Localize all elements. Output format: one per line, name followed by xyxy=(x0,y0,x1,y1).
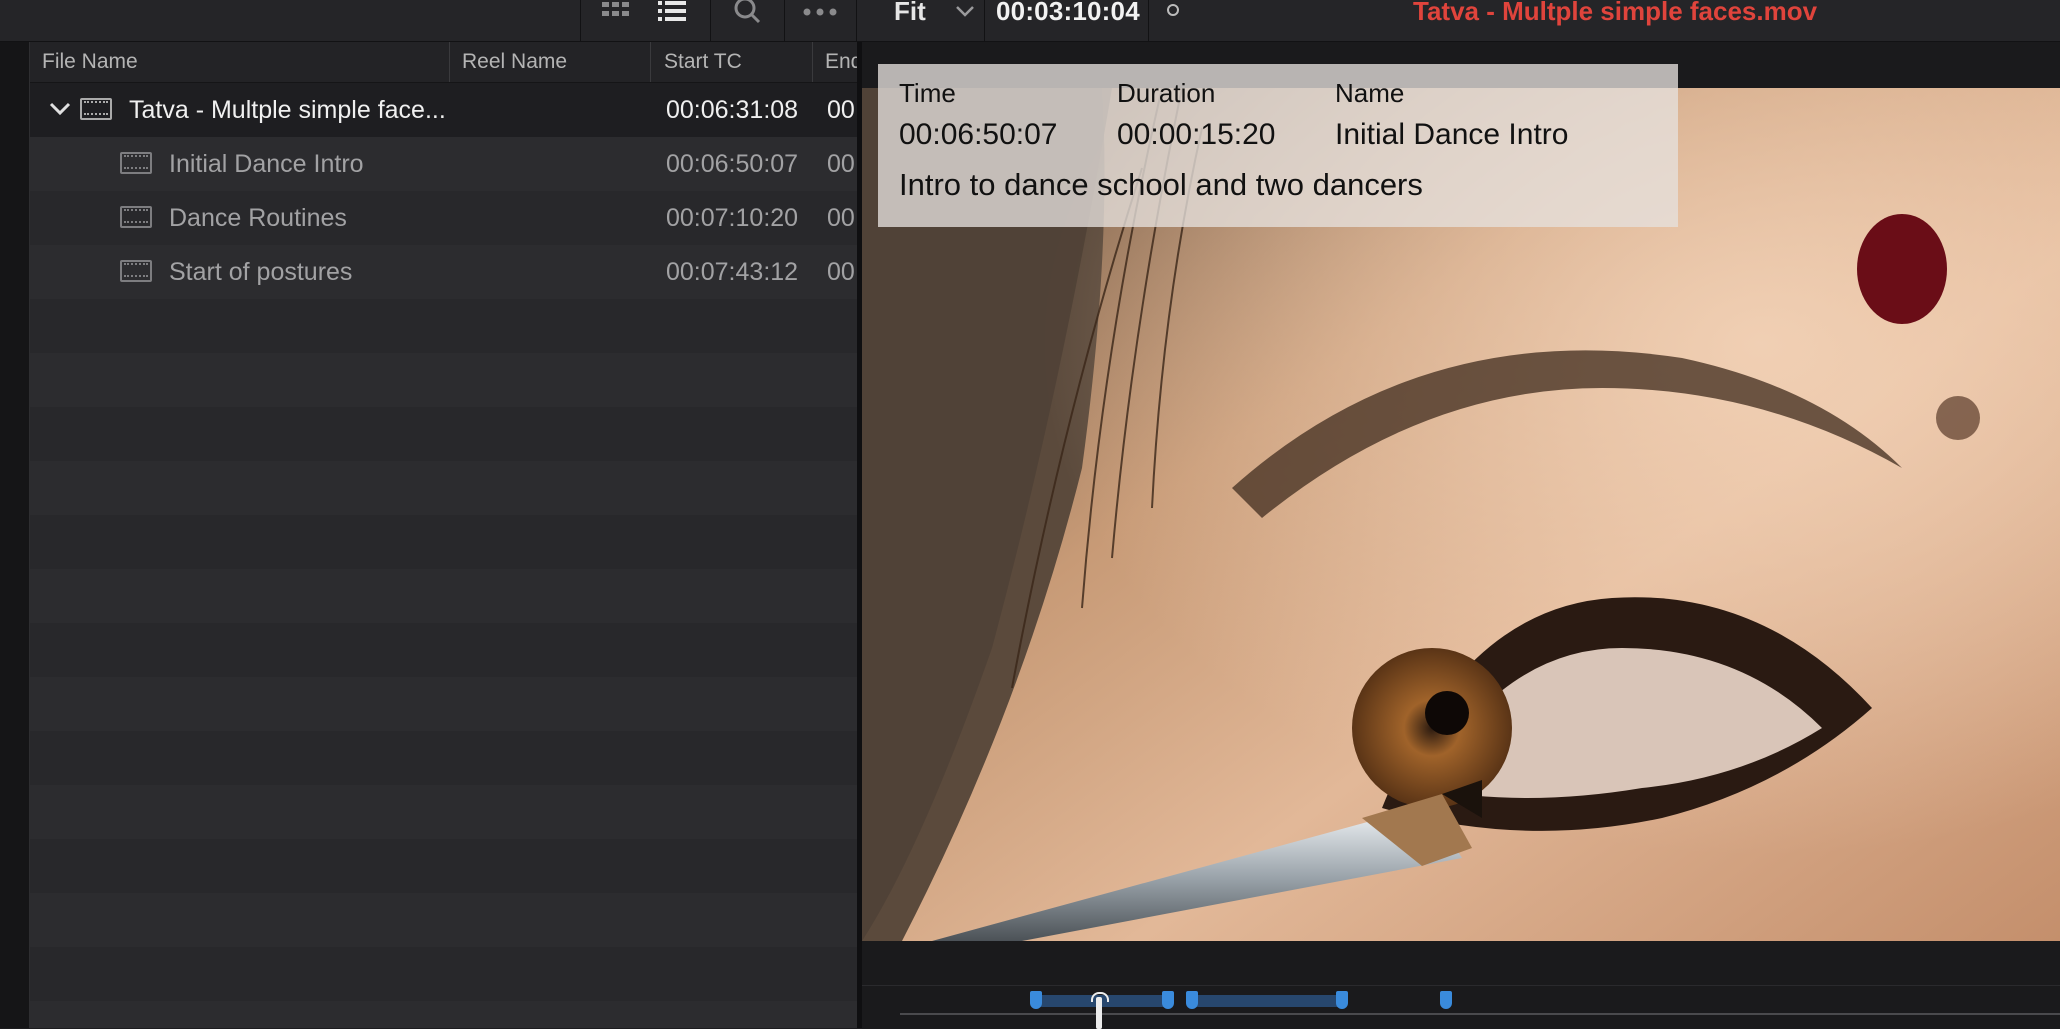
time-label: Time xyxy=(899,78,956,108)
column-header-end-tc[interactable]: End xyxy=(825,42,857,82)
empty-row xyxy=(30,461,857,515)
media-pool-list: File Name Reel Name Start TC End Tatva -… xyxy=(30,42,857,1028)
file-name-cell: Initial Dance Intro xyxy=(169,150,364,178)
subclip-icon xyxy=(120,206,152,228)
subclip-icon xyxy=(120,152,152,174)
empty-row xyxy=(30,299,857,353)
viewer-toolbar: Fit 00:03:10:04 Tatva - Multple simple f… xyxy=(0,0,2060,42)
end-tc-cell: 00 xyxy=(827,150,855,178)
column-divider[interactable] xyxy=(812,42,813,82)
empty-row xyxy=(30,515,857,569)
chevron-down-icon[interactable] xyxy=(952,0,978,24)
empty-row xyxy=(30,407,857,461)
toolbar-divider xyxy=(856,0,857,41)
file-name-cell: Tatva - Multple simple face... xyxy=(129,96,446,124)
file-name-cell: Dance Routines xyxy=(169,204,347,232)
table-row[interactable]: Dance Routines 00:07:10:20 00 xyxy=(30,191,857,245)
table-row[interactable]: Start of postures 00:07:43:12 00 xyxy=(30,245,857,299)
marker-icon[interactable] xyxy=(1186,991,1198,1009)
column-header-start-tc[interactable]: Start TC xyxy=(664,42,804,82)
name-value: Initial Dance Intro xyxy=(1335,118,1569,151)
list-view-icon[interactable] xyxy=(654,0,690,24)
toolbar-divider xyxy=(984,0,985,41)
search-icon[interactable] xyxy=(730,0,766,24)
timecode-display[interactable]: 00:03:10:04 xyxy=(996,0,1140,27)
playhead[interactable] xyxy=(1096,997,1102,1029)
table-row[interactable]: Initial Dance Intro 00:06:50:07 00 xyxy=(30,137,857,191)
empty-row xyxy=(30,785,857,839)
end-tc-cell: 00 xyxy=(827,258,855,286)
table-row-parent-clip[interactable]: Tatva - Multple simple face... 00:06:31:… xyxy=(30,83,857,137)
clip-icon xyxy=(80,98,112,120)
marker-icon[interactable] xyxy=(1162,991,1174,1009)
duration-value: 00:00:15:20 xyxy=(1117,118,1276,151)
empty-row xyxy=(30,623,857,677)
chevron-down-icon[interactable] xyxy=(48,100,72,125)
left-panel-strip xyxy=(0,42,30,1028)
time-value: 00:06:50:07 xyxy=(899,118,1058,151)
toolbar-divider xyxy=(710,0,711,41)
zoom-fit-dropdown[interactable]: Fit xyxy=(894,0,926,27)
column-header-reel-name[interactable]: Reel Name xyxy=(462,42,642,82)
status-dot-icon xyxy=(1167,4,1179,16)
toolbar-divider xyxy=(1148,0,1149,41)
empty-row xyxy=(30,947,857,1001)
empty-row xyxy=(30,677,857,731)
column-divider[interactable] xyxy=(449,42,450,82)
clip-title: Tatva - Multple simple faces.mov xyxy=(1413,0,1818,26)
start-tc-cell: 00:07:43:12 xyxy=(666,258,799,286)
marker-icon[interactable] xyxy=(1440,991,1452,1009)
empty-row xyxy=(30,731,857,785)
toolbar-divider xyxy=(580,0,581,41)
start-tc-cell: 00:06:31:08 xyxy=(666,96,799,124)
scrubber-bar[interactable] xyxy=(862,985,2060,1029)
scrubber-track[interactable] xyxy=(900,1013,2060,1015)
empty-row xyxy=(30,893,857,947)
marker-duration-range xyxy=(1192,995,1342,1007)
subclip-icon xyxy=(120,260,152,282)
end-tc-cell: 00 xyxy=(827,204,855,232)
marker-description: Intro to dance school and two dancers xyxy=(899,167,1423,202)
marker-icon[interactable] xyxy=(1336,991,1348,1009)
empty-row xyxy=(30,839,857,893)
marker-icon[interactable] xyxy=(1030,991,1042,1009)
empty-row xyxy=(30,353,857,407)
end-tc-cell: 00 xyxy=(827,96,855,124)
more-options-icon[interactable] xyxy=(800,0,842,24)
start-tc-cell: 00:07:10:20 xyxy=(666,204,799,232)
list-header: File Name Reel Name Start TC End xyxy=(30,42,857,83)
duration-label: Duration xyxy=(1117,78,1216,108)
toolbar-divider xyxy=(784,0,785,41)
start-tc-cell: 00:06:50:07 xyxy=(666,150,799,178)
column-header-file-name[interactable]: File Name xyxy=(42,42,342,82)
marker-info-overlay: Time Duration Name 00:06:50:07 00:00:15:… xyxy=(878,64,1678,227)
column-divider[interactable] xyxy=(650,42,651,82)
empty-row xyxy=(30,1001,857,1028)
grid-view-icon[interactable] xyxy=(598,0,634,24)
empty-row xyxy=(30,569,857,623)
name-label: Name xyxy=(1335,78,1405,108)
file-name-cell: Start of postures xyxy=(169,258,353,286)
